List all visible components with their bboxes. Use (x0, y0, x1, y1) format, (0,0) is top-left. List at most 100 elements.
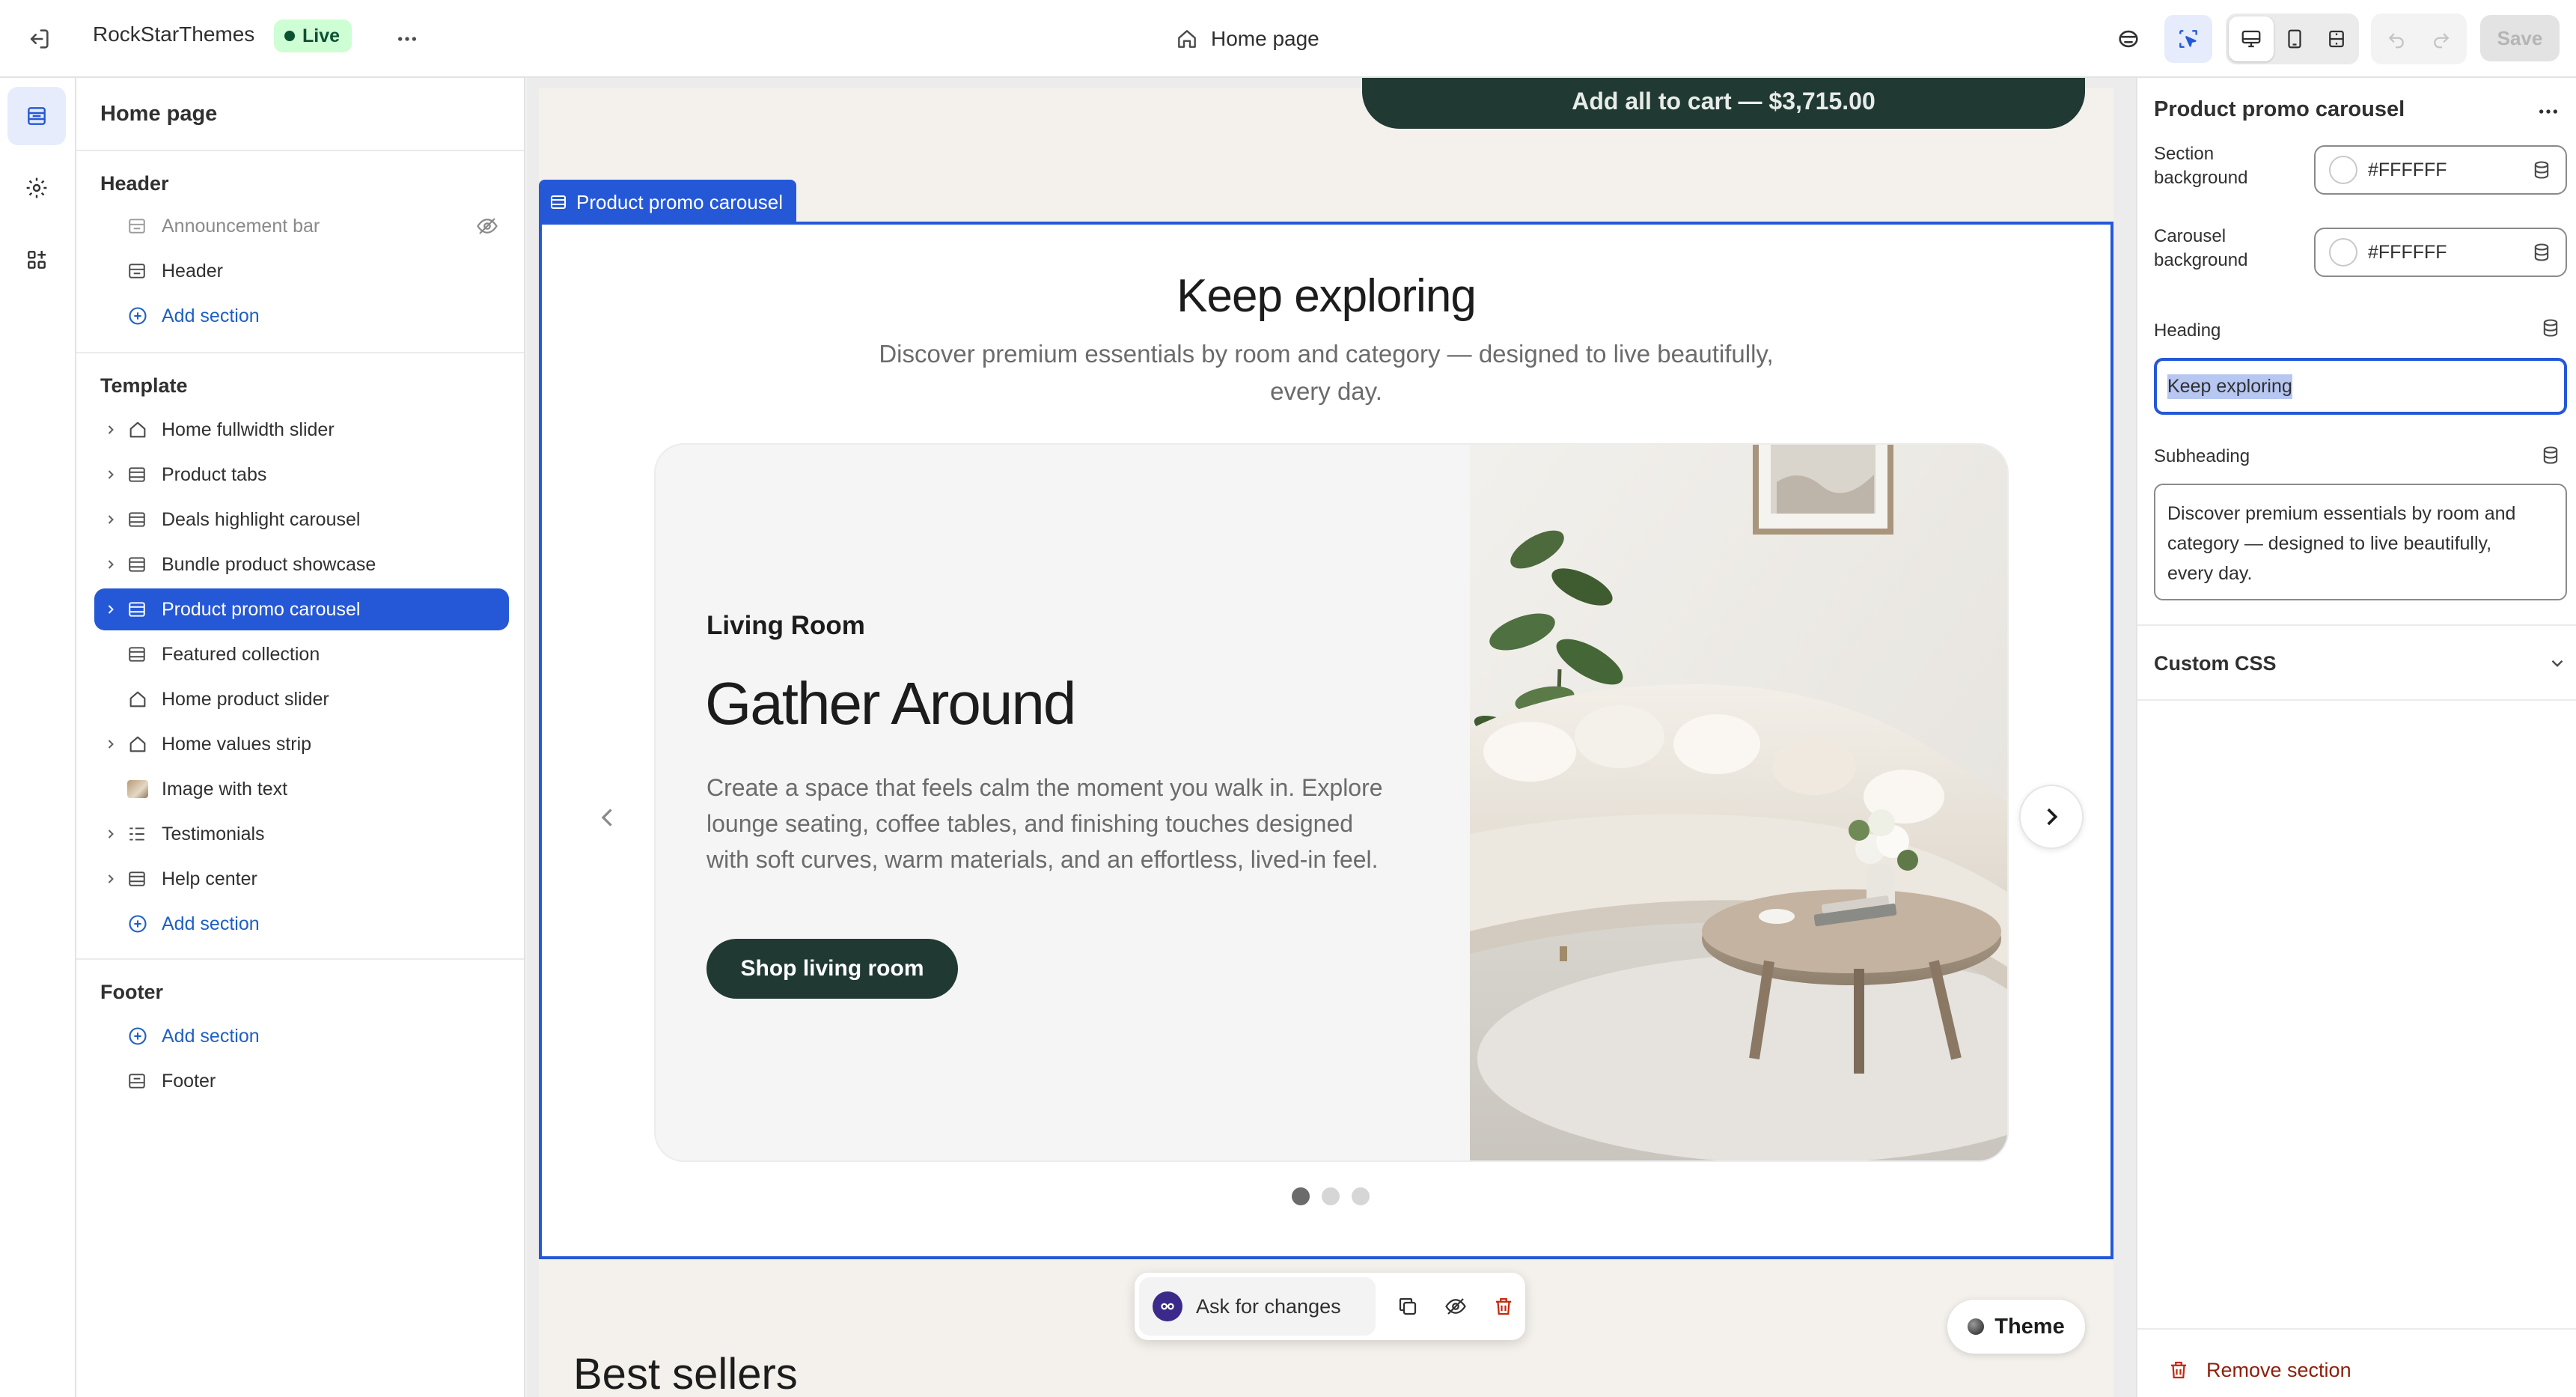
add-section-header[interactable]: Add section (94, 295, 509, 337)
sidebar-item-announcement-bar[interactable]: Announcement bar (94, 205, 509, 247)
best-sellers-heading: Best sellers (573, 1350, 798, 1397)
section-icon (127, 1071, 157, 1091)
dynamic-source-icon[interactable] (2531, 242, 2552, 263)
dynamic-source-icon[interactable] (2540, 317, 2561, 338)
page-selector[interactable]: Home page (1175, 18, 1319, 60)
sidebar-item-label: Deals highlight carousel (162, 508, 361, 530)
more-options-icon[interactable] (388, 19, 427, 58)
section-icon (127, 555, 157, 574)
theme-settings-icon[interactable] (7, 159, 66, 217)
product-promo-carousel-section[interactable]: Keep exploring Discover premium essentia… (539, 222, 2113, 1259)
panel-more-icon[interactable] (2530, 93, 2567, 130)
section-subheading-line-2: every day. (1270, 377, 1382, 405)
sidebar-item-home-product-slider[interactable]: Home product slider (94, 678, 509, 720)
sidebar-item-footer[interactable]: Footer (94, 1060, 509, 1102)
cta-label: Shop living room (740, 956, 924, 981)
add-section-template[interactable]: Add section (94, 903, 509, 945)
carousel-prev-arrow[interactable] (587, 797, 629, 838)
section-icon (127, 216, 157, 236)
undo-icon[interactable] (2374, 16, 2419, 61)
color-swatch[interactable] (2329, 156, 2357, 184)
sidebar-item-label: Product promo carousel (162, 598, 361, 620)
divider (76, 352, 524, 353)
duplicate-icon[interactable] (1391, 1289, 1425, 1324)
carousel-dot-3[interactable] (1352, 1187, 1370, 1205)
plus-circle-icon (127, 1026, 157, 1047)
sidebar-item-featured-collection[interactable]: Featured collection (94, 633, 509, 675)
sections-icon[interactable] (7, 87, 66, 145)
fullscreen-view-icon[interactable] (2314, 16, 2359, 61)
subheading-label: Subheading (2154, 446, 2250, 466)
subheading-textarea[interactable]: Discover premium essentials by room and … (2154, 484, 2567, 600)
plus-circle-icon (127, 913, 157, 934)
sidebar-item-product-promo-carousel[interactable]: Product promo carousel (94, 588, 509, 630)
delete-icon[interactable] (1486, 1289, 1521, 1324)
section-background-color-field[interactable]: #FFFFFF (2314, 145, 2567, 195)
section-background-label-1: Section (2154, 144, 2215, 164)
exit-icon[interactable] (19, 19, 58, 58)
sidebar-item-label: Announcement bar (162, 215, 320, 237)
settings-panel: Product promo carousel Section backgroun… (2136, 78, 2576, 1397)
chevron-right-icon[interactable] (94, 557, 127, 572)
dynamic-source-icon[interactable] (2540, 445, 2561, 466)
chevron-right-icon[interactable] (94, 871, 127, 886)
theme-button[interactable]: Theme (1947, 1300, 2085, 1354)
mobile-view-icon[interactable] (2272, 16, 2317, 61)
redo-icon[interactable] (2419, 16, 2464, 61)
hide-icon[interactable] (1438, 1289, 1473, 1324)
chevron-right-icon[interactable] (94, 422, 127, 437)
sidebar-item-testimonials[interactable]: Testimonials (94, 813, 509, 855)
dynamic-source-icon[interactable] (2531, 159, 2552, 180)
save-button[interactable]: Save (2480, 15, 2560, 61)
chevron-right-icon[interactable] (94, 512, 127, 527)
custom-css-accordion[interactable]: Custom CSS (2154, 641, 2567, 686)
chevron-down-icon (2548, 654, 2567, 673)
sidebar-item-header[interactable]: Header (94, 250, 509, 292)
divider (76, 150, 524, 151)
select-tool-icon[interactable] (2164, 15, 2212, 63)
chevron-right-icon[interactable] (94, 737, 127, 752)
desktop-view-icon[interactable] (2229, 16, 2274, 61)
sidebar-item-image-with-text[interactable]: Image with text (94, 768, 509, 810)
home-section-icon (127, 419, 157, 440)
section-subheading-line-1: Discover premium essentials by room and … (879, 340, 1774, 368)
add-section-label: Add section (162, 305, 260, 326)
shop-living-room-button[interactable]: Shop living room (706, 939, 958, 999)
apps-icon[interactable] (7, 231, 66, 289)
color-value: #FFFFFF (2368, 241, 2447, 263)
ask-for-changes-label: Ask for changes (1196, 1294, 1341, 1318)
sidebar-item-home-fullwidth-slider[interactable]: Home fullwidth slider (94, 409, 509, 451)
sidebar-item-bundle-product-showcase[interactable]: Bundle product showcase (94, 544, 509, 585)
ask-for-changes-button[interactable]: Ask for changes (1139, 1277, 1376, 1336)
carousel-dot-1[interactable] (1292, 1187, 1310, 1205)
color-value: #FFFFFF (2368, 159, 2447, 180)
history-controls (2371, 13, 2467, 64)
carousel-dot-2[interactable] (1322, 1187, 1340, 1205)
chevron-right-icon[interactable] (94, 827, 127, 841)
sidebar-item-label: Help center (162, 868, 257, 889)
sidebar-item-product-tabs[interactable]: Product tabs (94, 454, 509, 496)
chevron-right-icon[interactable] (94, 467, 127, 482)
subheading-line: Discover premium essentials by room and (2167, 503, 2516, 524)
sidekick-icon (1153, 1291, 1182, 1321)
sidebar-item-home-values-strip[interactable]: Home values strip (94, 723, 509, 765)
live-dot (284, 31, 295, 41)
sections-sidebar: Home page Header Announcement bar Header… (76, 78, 525, 1397)
sidebar-item-help-center[interactable]: Help center (94, 858, 509, 900)
inspector-icon[interactable] (2109, 19, 2148, 58)
carousel-background-color-field[interactable]: #FFFFFF (2314, 228, 2567, 277)
add-section-footer[interactable]: Add section (94, 1015, 509, 1057)
footer-group-title: Footer (100, 981, 163, 1003)
carousel-next-arrow[interactable] (2019, 785, 2084, 849)
hidden-eye-icon[interactable] (476, 215, 498, 237)
heading-input[interactable]: Keep exploring (2154, 358, 2567, 415)
color-swatch[interactable] (2329, 238, 2357, 267)
chevron-right-icon[interactable] (94, 602, 127, 617)
floating-toolbar: Ask for changes (1135, 1273, 1525, 1340)
list-icon (127, 824, 157, 844)
sidebar-item-label: Image with text (162, 778, 288, 800)
remove-section-button[interactable]: Remove section (2167, 1349, 2351, 1391)
add-all-to-cart-button[interactable]: Add all to cart — $3,715.00 (1362, 78, 2085, 129)
divider (2137, 699, 2576, 701)
sidebar-item-deals-highlight-carousel[interactable]: Deals highlight carousel (94, 499, 509, 541)
